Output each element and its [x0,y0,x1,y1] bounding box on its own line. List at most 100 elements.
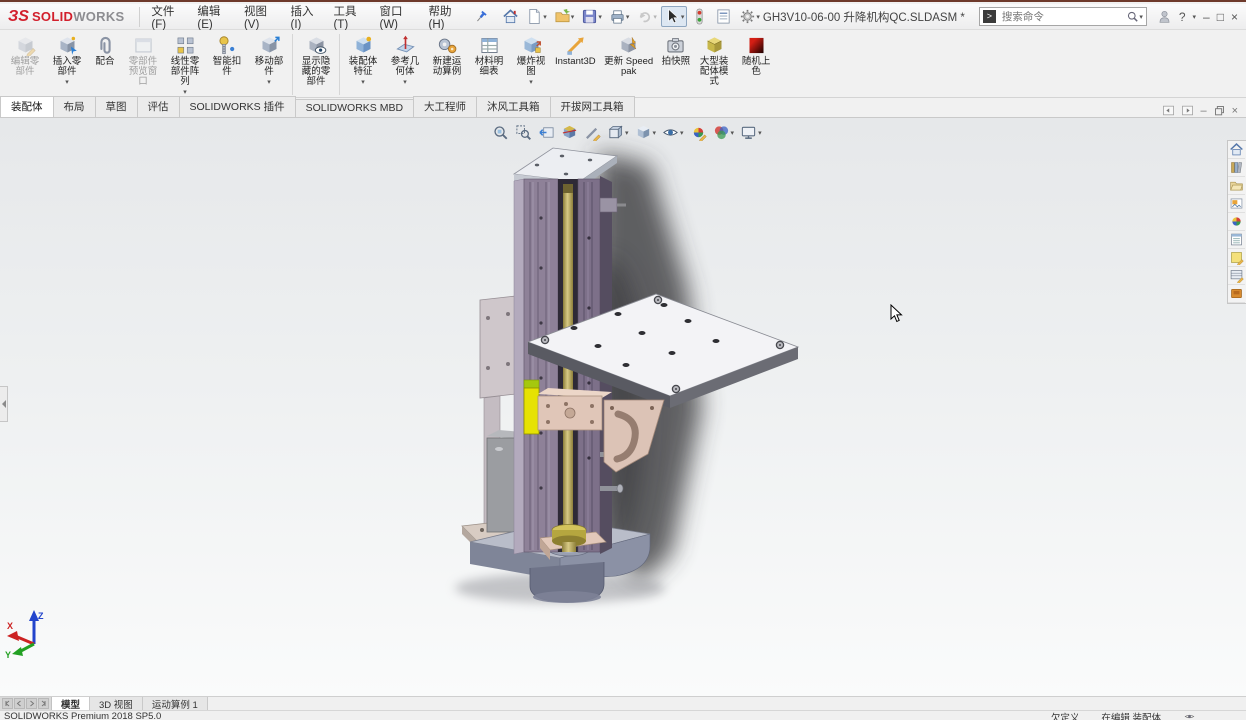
pin-menu-icon[interactable] [474,9,488,25]
command-tab[interactable]: 大工程师 [413,96,478,117]
search-input[interactable] [999,9,1127,24]
quick-toolbar-button[interactable] [736,6,763,27]
task-pane-button[interactable] [1228,159,1245,177]
dropdown-caret[interactable] [681,13,685,21]
minimize-button[interactable]: – [1203,10,1210,24]
ribbon-button[interactable]: 移动部件 [248,32,290,87]
view-tool-button[interactable] [712,123,736,142]
help-dropdown-caret[interactable] [1193,13,1197,21]
bottom-tab[interactable]: 3D 视图 [90,697,143,711]
ribbon-button[interactable]: 编辑零部件 [4,32,46,78]
search-dropdown-caret[interactable] [1139,13,1143,21]
command-tab[interactable]: 布局 [52,96,96,117]
dropdown-caret[interactable] [626,13,630,21]
command-tab[interactable]: 评估 [136,96,180,117]
view-tool-button[interactable] [606,123,630,142]
model-slider-block[interactable] [523,379,540,435]
close-button[interactable]: × [1231,10,1238,24]
view-tool-button[interactable] [661,123,685,142]
view-tool-button[interactable] [689,123,708,143]
task-pane-button[interactable] [1228,267,1245,285]
first-tab-button[interactable] [2,698,13,709]
search-icon[interactable] [1126,10,1139,23]
ribbon-button[interactable]: 爆炸视图 [510,32,552,87]
view-tool-button[interactable] [514,123,533,142]
dropdown-caret[interactable] [756,13,760,21]
command-tab[interactable]: SOLIDWORKS MBD [294,99,415,117]
ribbon-button[interactable]: 参考几何体 [384,32,426,87]
feature-panel-handle[interactable] [0,386,8,422]
dropdown-caret[interactable] [267,78,271,86]
view-tool-button[interactable] [583,123,602,143]
doc-restore-button[interactable] [1213,104,1226,117]
ribbon-button[interactable]: 配合 [88,32,122,68]
ribbon-button[interactable]: 随机上色 [735,32,777,78]
bottom-tab[interactable]: 模型 [52,697,91,711]
model-bearing-block[interactable] [537,388,612,431]
task-pane-button[interactable] [1228,195,1245,213]
dropdown-caret[interactable] [65,78,69,86]
doc-close-button[interactable]: × [1232,105,1238,117]
task-pane-button[interactable] [1228,285,1245,303]
dropdown-caret[interactable] [361,78,365,86]
last-tab-button[interactable] [38,698,49,709]
graphics-area[interactable]: Z X Y [0,118,1246,696]
quick-toolbar-button[interactable] [688,6,711,27]
task-pane-button[interactable] [1228,141,1245,159]
dropdown-caret[interactable] [653,13,657,21]
view-tool-button[interactable] [560,123,579,142]
ribbon-button[interactable]: 线性零部件阵列 [164,32,206,97]
dropdown-caret[interactable] [731,129,735,137]
previous-tab-button[interactable] [14,698,25,709]
dropdown-caret[interactable] [543,13,547,21]
dropdown-caret[interactable] [598,13,602,21]
dropdown-caret[interactable] [625,129,629,137]
task-pane-button[interactable] [1228,213,1245,231]
dropdown-caret[interactable] [653,129,657,137]
task-pane-button[interactable] [1228,249,1245,267]
command-tab[interactable]: 开拔网工具箱 [549,96,635,117]
dropdown-caret[interactable] [403,78,407,86]
dropdown-caret[interactable] [529,78,533,86]
next-pane-icon[interactable] [1181,104,1194,117]
maximize-button[interactable]: □ [1217,10,1224,24]
quick-toolbar-button[interactable] [606,6,633,27]
quick-tips-eye-icon[interactable] [1183,711,1196,720]
quick-toolbar-button[interactable] [633,6,660,27]
bottom-tab[interactable]: 运动算例 1 [142,697,208,711]
dropdown-caret[interactable] [680,129,684,137]
quick-toolbar-button[interactable] [578,6,605,27]
ribbon-button[interactable]: 新建运动算例 [426,32,468,78]
dropdown-caret[interactable] [571,13,575,21]
ribbon-button[interactable]: 智能扣件 [206,32,248,78]
assembly-model[interactable] [0,118,1246,696]
ribbon-button[interactable]: 零部件预览窗口 [122,32,164,88]
command-search[interactable]: > [978,7,1147,26]
ribbon-button[interactable]: 显示隐藏的零部件 [295,32,337,88]
task-pane-button[interactable] [1228,177,1245,195]
quick-toolbar-button[interactable] [499,6,522,27]
ribbon-button[interactable]: Instant3D [552,32,599,68]
view-tool-button[interactable] [739,123,763,142]
next-tab-button[interactable] [26,698,37,709]
view-tool-button[interactable] [634,123,658,142]
view-tool-button[interactable] [537,123,556,142]
login-user-icon[interactable] [1157,9,1172,24]
help-button[interactable]: ? [1179,10,1186,24]
quick-toolbar-button[interactable] [660,6,688,27]
dropdown-caret[interactable] [183,88,187,96]
view-tool-button[interactable] [491,123,510,142]
previous-pane-icon[interactable] [1162,104,1175,117]
command-tab[interactable]: 沐风工具箱 [476,96,551,117]
ribbon-button[interactable]: 更新 Speedpak [599,32,659,78]
doc-minimize-button[interactable]: – [1200,105,1206,117]
quick-toolbar-button[interactable] [523,6,550,27]
dropdown-caret[interactable] [758,129,762,137]
ribbon-button[interactable]: 装配体特征 [342,32,384,87]
ribbon-button[interactable]: 材料明细表 [468,32,510,78]
ribbon-button[interactable]: 大型装配体模式 [693,32,735,88]
ribbon-button[interactable]: 插入零部件 [46,32,88,87]
command-tab[interactable]: 草图 [94,96,138,117]
quick-toolbar-button[interactable] [712,6,735,27]
task-pane-button[interactable] [1228,231,1245,249]
